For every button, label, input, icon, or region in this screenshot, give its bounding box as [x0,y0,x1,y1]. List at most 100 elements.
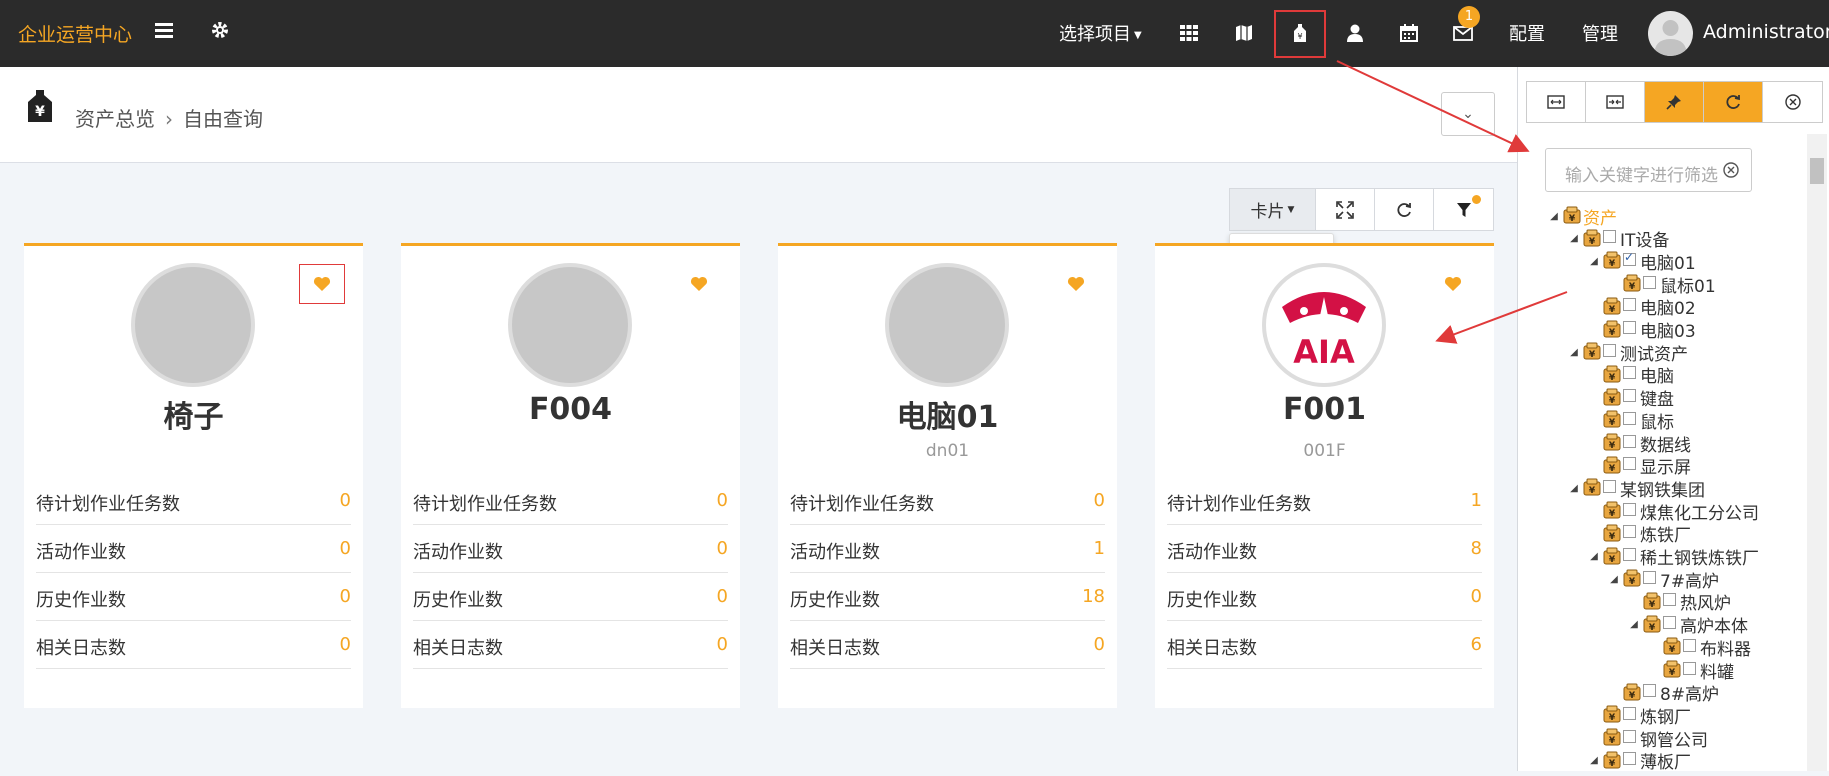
stat-value[interactable]: 0 [717,586,728,607]
filter-button[interactable] [1434,189,1493,230]
tree-node-label[interactable]: 布料器 [1700,635,1751,660]
tree-node-label[interactable]: 测试资产 [1620,340,1688,365]
shrink-width-button[interactable] [1586,82,1645,122]
tree-node[interactable]: ◢ ¥ 测试资产 [1567,340,1688,365]
stat-value[interactable]: 0 [1094,490,1105,511]
config-link[interactable]: 配置 [1509,20,1545,46]
stat-value[interactable]: 1 [1094,538,1105,559]
caret-expanded-icon[interactable]: ◢ [1567,233,1581,244]
stat-value[interactable]: 0 [340,538,351,559]
tree-node[interactable]: ¥ 键盘 [1587,385,1674,410]
tree-node-label[interactable]: 电脑02 [1640,294,1696,319]
tree-checkbox[interactable] [1623,298,1636,312]
tree-checkbox[interactable] [1623,752,1636,766]
tree-node[interactable]: ◢ ¥7#高炉 [1607,567,1719,592]
tree-node[interactable]: ¥ 炼钢厂 [1587,704,1691,728]
asset-tag-icon[interactable]: ¥ [1285,18,1315,48]
stat-value[interactable]: 6 [1471,634,1482,655]
tree-node[interactable]: ¥ 热风炉 [1627,589,1731,614]
tree-node-label[interactable]: 鼠标01 [1660,272,1716,297]
tree-checkbox[interactable] [1623,457,1636,471]
tree-node-label[interactable]: IT设备 [1620,226,1669,251]
refresh-button[interactable] [1375,189,1434,230]
clear-icon[interactable] [1723,162,1739,182]
stat-value[interactable]: 18 [1082,586,1105,607]
stat-value[interactable]: 0 [717,634,728,655]
breadcrumb-level1[interactable]: 资产总览 [75,107,155,131]
tree-node-label[interactable]: 数据线 [1640,431,1691,456]
user-name[interactable]: Administrator [1703,21,1829,43]
tree-node[interactable]: ¥ 钢管公司 [1587,726,1708,751]
tree-node[interactable]: ◢ ¥ 某钢铁集团 [1567,476,1705,501]
asset-card[interactable]: F004 待计划作业任务数 0 活动作业数 0 历史作业数 0 相关日志数 0 [401,243,740,708]
tree-node[interactable]: ¥ 炼铁厂 [1587,521,1691,546]
stat-value[interactable]: 0 [717,538,728,559]
tree-checkbox[interactable] [1623,321,1636,334]
tree-checkbox[interactable] [1603,230,1616,244]
asset-card[interactable]: 电脑01 dn01 待计划作业任务数 0 活动作业数 1 历史作业数 18 相关日志数… [778,243,1117,708]
expand-width-button[interactable] [1527,82,1586,122]
tree-node[interactable]: ¥ 料罐 [1647,658,1734,683]
tree-checkbox[interactable] [1683,638,1696,652]
favorite-button[interactable] [1053,264,1099,304]
tree-checkbox[interactable] [1623,502,1636,516]
tree-node[interactable]: ¥ 鼠标 [1587,409,1674,433]
avatar[interactable] [1648,11,1693,56]
tree-checkbox[interactable] [1683,661,1696,675]
tree-checkbox[interactable] [1663,616,1676,630]
tree-node-label[interactable]: 显示屏 [1640,453,1691,478]
stat-value[interactable]: 0 [1094,634,1105,655]
tree-node[interactable]: ◢ ¥ 电脑01 [1587,250,1696,274]
caret-expanded-icon[interactable]: ◢ [1547,211,1561,222]
tree-node-label[interactable]: 键盘 [1640,385,1674,410]
stat-value[interactable]: 0 [340,634,351,655]
stat-value[interactable]: 0 [717,490,728,511]
tree-node-label[interactable]: 炼铁厂 [1640,521,1691,546]
tree-checkbox[interactable] [1643,275,1656,289]
tree-checkbox[interactable] [1603,479,1616,493]
tree-checkbox[interactable] [1623,525,1636,539]
caret-expanded-icon[interactable]: ◢ [1587,256,1601,267]
caret-expanded-icon[interactable]: ◢ [1587,755,1601,766]
tree-node-label[interactable]: 钢管公司 [1640,726,1708,751]
favorite-button[interactable] [1430,264,1476,304]
tree-checkbox[interactable] [1623,548,1636,561]
tree-node-label[interactable]: 某钢铁集团 [1620,476,1705,501]
grid-icon[interactable] [1174,18,1204,48]
asset-card[interactable]: 椅子 待计划作业任务数 0 活动作业数 0 历史作业数 0 相关日志数 0 [24,243,363,708]
tree-checkbox[interactable] [1643,684,1656,698]
tree-checkbox[interactable] [1623,434,1636,448]
tree-checkbox[interactable] [1643,570,1656,584]
tree-node-label[interactable]: 料罐 [1700,658,1734,683]
scrollbar-thumb[interactable] [1810,158,1824,184]
favorite-button[interactable] [676,264,722,304]
tree-node[interactable]: ¥8#高炉 [1607,682,1719,705]
tree-checkbox[interactable] [1603,343,1616,357]
tree-node[interactable]: ◢ ¥ IT设备 [1567,226,1669,251]
tree-checkbox[interactable] [1623,729,1636,743]
manage-link[interactable]: 管理 [1582,20,1618,46]
favorite-button[interactable] [299,264,345,304]
tree-checkbox[interactable] [1623,250,1636,266]
collapse-button[interactable]: ⌄ [1441,92,1495,136]
tree-node[interactable]: ¥ 数据线 [1587,431,1691,456]
brand-title[interactable]: 企业运营中心 [18,20,132,47]
tree-node-label[interactable]: 薄板厂 [1640,748,1691,773]
asset-card[interactable]: AIA F001 001F 待计划作业任务数 1 活动作业数 8 历史作业数 0 相关… [1155,243,1494,708]
menu-icon[interactable] [155,18,175,48]
tree-search-input[interactable]: 输入关键字进行筛选 [1545,148,1752,192]
tree-node[interactable]: ¥ 鼠标01 [1607,272,1716,297]
tree-node-label[interactable]: 热风炉 [1680,589,1731,614]
map-icon[interactable] [1229,18,1259,48]
stat-value[interactable]: 0 [1471,586,1482,607]
scrollbar[interactable] [1807,134,1827,771]
gear-icon[interactable] [210,18,230,48]
tree-node[interactable]: ¥ 电脑03 [1587,319,1696,342]
tree-node-label[interactable]: 7#高炉 [1660,567,1719,592]
tree-node-label[interactable]: 电脑 [1640,362,1674,387]
caret-expanded-icon[interactable]: ◢ [1627,619,1641,630]
tree-checkbox[interactable] [1623,411,1636,425]
tree-node[interactable]: ◢ ¥ 稀土钢铁炼铁厂 [1587,546,1759,569]
caret-expanded-icon[interactable]: ◢ [1587,551,1601,562]
caret-expanded-icon[interactable]: ◢ [1607,574,1621,585]
